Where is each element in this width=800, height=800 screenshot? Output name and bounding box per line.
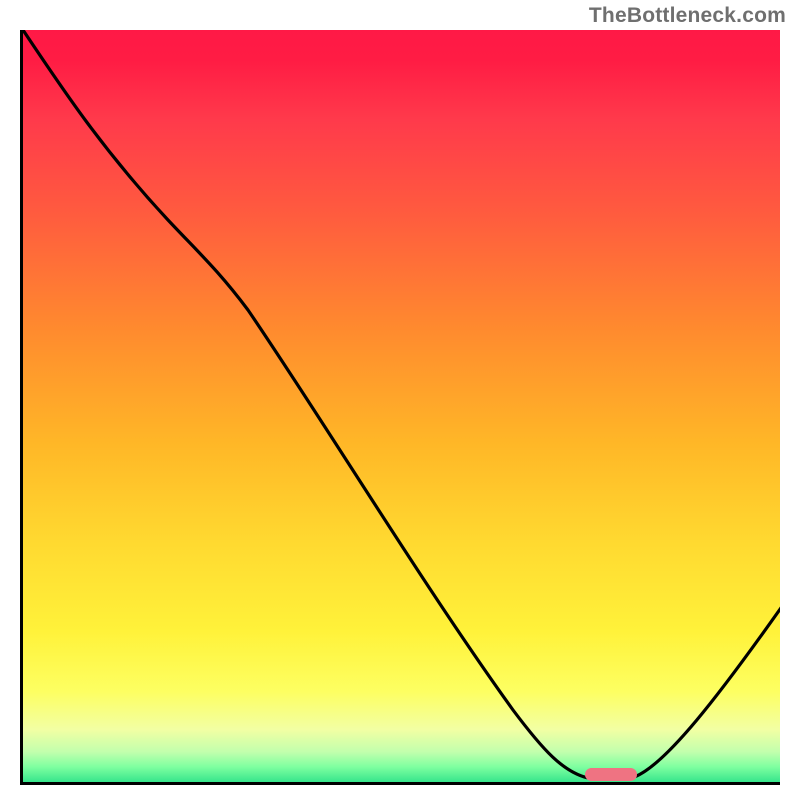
bottleneck-curve <box>23 30 780 785</box>
watermark-text: TheBottleneck.com <box>589 4 786 28</box>
curve-path <box>23 30 780 778</box>
plot-area <box>20 30 780 785</box>
chart-container: TheBottleneck.com <box>0 0 800 800</box>
optimal-marker-pill <box>585 768 637 781</box>
